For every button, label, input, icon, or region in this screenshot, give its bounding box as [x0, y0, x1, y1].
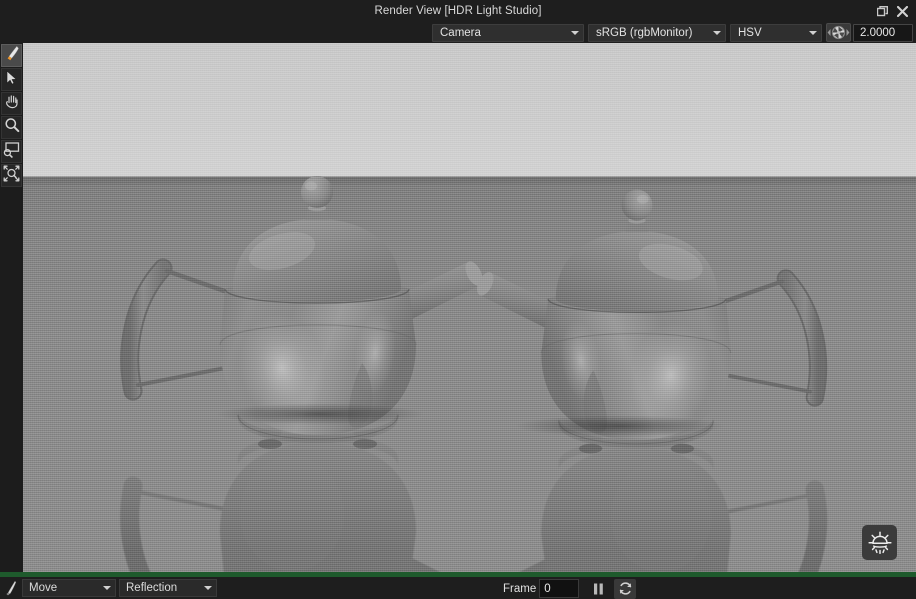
hand-icon	[4, 93, 20, 114]
aperture-icon[interactable]	[826, 23, 851, 42]
colorspace-dropdown-label: sRGB (rgbMonitor)	[596, 26, 693, 39]
backdrop-sky	[23, 43, 916, 177]
zoom-tool[interactable]	[1, 116, 22, 139]
layer-label: Reflection	[126, 582, 178, 594]
camera-dropdown[interactable]: Camera	[432, 23, 584, 42]
window-title: Render View [HDR Light Studio]	[374, 5, 542, 17]
transform-mode-label: Move	[29, 582, 58, 594]
transform-mode-dropdown[interactable]: Move	[22, 579, 116, 597]
select-tool[interactable]	[1, 68, 22, 91]
zoom-fit-tool[interactable]	[1, 164, 22, 187]
paintbrush-icon[interactable]	[0, 578, 22, 598]
chevron-down-icon	[708, 25, 725, 41]
channel-dropdown-label: HSV	[738, 26, 762, 39]
close-icon[interactable]	[895, 4, 910, 19]
layer-dropdown[interactable]: Reflection	[119, 579, 217, 597]
zoom-region-tool[interactable]	[1, 140, 22, 163]
zoom-fit-icon	[3, 165, 20, 187]
contact-shadow-right	[515, 415, 725, 437]
tool-rail	[0, 43, 23, 572]
chevron-down-icon	[566, 25, 583, 41]
frame-controls: Frame 0	[503, 578, 637, 599]
render-toolbar: Camera sRGB (rgbMonitor) HSV 2.0000	[0, 22, 916, 43]
zoom-region-icon	[3, 141, 20, 163]
teapot-right-reflection	[427, 420, 847, 572]
pause-icon[interactable]	[588, 579, 609, 598]
paintbrush-icon	[3, 45, 20, 67]
sun-light-icon[interactable]	[862, 525, 897, 560]
render-view-window: Render View [HDR Light Studio] Camera sR…	[0, 0, 916, 599]
brush-tool[interactable]	[1, 44, 22, 67]
frame-input[interactable]: 0	[539, 579, 580, 598]
chevron-down-icon	[99, 586, 115, 590]
frame-input-value: 0	[544, 582, 551, 595]
colorspace-dropdown[interactable]: sRGB (rgbMonitor)	[588, 23, 726, 42]
channel-dropdown[interactable]: HSV	[730, 23, 822, 42]
exposure-input-value: 2.0000	[860, 26, 896, 39]
status-bar: Move Reflection Frame 0	[0, 577, 916, 599]
render-viewport[interactable]	[23, 43, 916, 572]
chevron-down-icon	[200, 586, 216, 590]
camera-dropdown-label: Camera	[440, 26, 481, 39]
magnifier-icon	[4, 117, 20, 138]
cursor-arrow-icon	[4, 69, 19, 90]
frame-label: Frame	[503, 582, 537, 595]
title-bar: Render View [HDR Light Studio]	[0, 0, 916, 22]
undock-icon[interactable]	[875, 4, 890, 19]
contact-shadow-left	[215, 403, 425, 425]
refresh-icon[interactable]	[614, 578, 637, 599]
chevron-down-icon	[804, 25, 821, 41]
pan-tool[interactable]	[1, 92, 22, 115]
exposure-input[interactable]: 2.0000	[853, 23, 913, 42]
